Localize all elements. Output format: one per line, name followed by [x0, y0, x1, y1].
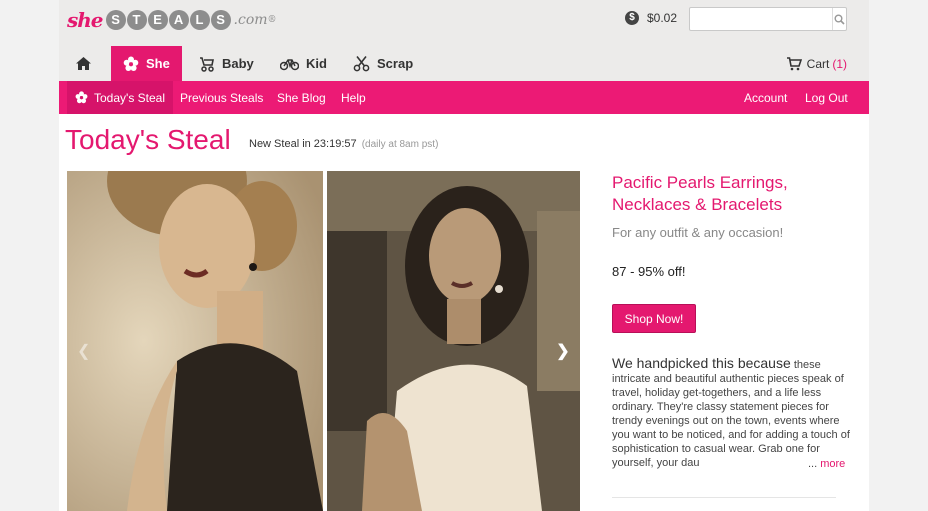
countdown: New Steal in 23:19:57 (daily at 8am pst) [249, 138, 438, 150]
dollar-coin-icon: $ [625, 11, 639, 25]
product-subtitle: For any outfit & any occasion! [612, 225, 784, 240]
divider [612, 497, 836, 498]
subnav-account[interactable]: Account [744, 81, 787, 114]
more-label: more [820, 458, 846, 470]
cart-icon [786, 56, 802, 70]
category-she-label: She [146, 56, 170, 71]
logo-letter: T [126, 10, 147, 30]
top-header: she S T E A L S .com ® $ $0.02 [59, 0, 869, 46]
search-button[interactable] [832, 8, 846, 30]
category-scrap-label: Scrap [377, 56, 414, 71]
search-box [689, 7, 847, 31]
category-home[interactable] [75, 46, 99, 81]
logo-letter: L [189, 10, 210, 30]
cart-count: (1) [832, 56, 847, 71]
subnav-previous-steals[interactable]: Previous Steals [180, 81, 263, 114]
product-photo-2-art [327, 171, 580, 511]
sub-nav: Today's Steal Previous Steals She Blog H… [59, 81, 869, 114]
category-scrap[interactable]: Scrap [353, 46, 413, 81]
category-she[interactable]: She [111, 46, 182, 81]
logo-com: .com [233, 12, 268, 28]
page-title: Today's Steal [65, 124, 231, 155]
product-photo-1-art [67, 171, 323, 511]
description-lead: We handpicked this because [612, 356, 791, 371]
flower-icon [75, 91, 88, 104]
credit-amount: $0.02 [647, 11, 678, 25]
logo-reg: ® [267, 15, 277, 25]
logo-letter: E [147, 10, 168, 30]
subnav-todays-steal-label: Today's Steal [94, 90, 165, 105]
cart-link[interactable]: Cart (1) [786, 46, 847, 81]
stroller-icon [200, 56, 214, 72]
search-icon [834, 14, 845, 25]
prev-photo-arrow[interactable]: ❮ [77, 341, 90, 361]
flower-icon [123, 56, 139, 71]
description-body: these intricate and beautiful authentic … [612, 359, 850, 469]
site-logo[interactable]: she S T E A L S .com ® [67, 5, 277, 35]
more-ellipsis: ... [808, 458, 818, 470]
countdown-note: (daily at 8am pst) [361, 139, 439, 150]
category-baby[interactable]: Baby [198, 46, 254, 81]
credit-balance[interactable]: $ $0.02 [625, 11, 677, 25]
subnav-todays-steal[interactable]: Today's Steal [67, 81, 173, 114]
category-kid-label: Kid [306, 56, 327, 71]
cart-label: Cart [806, 56, 830, 71]
subnav-she-blog[interactable]: She Blog [277, 81, 326, 114]
search-input[interactable] [690, 9, 832, 29]
next-photo-arrow[interactable]: ❯ [556, 341, 570, 360]
category-baby-label: Baby [222, 56, 254, 71]
product-discount: 87 - 95% off! [612, 264, 686, 279]
bicycle-icon [280, 58, 299, 70]
scissors-icon [353, 56, 370, 72]
product-photo-2[interactable] [327, 171, 580, 511]
subnav-help[interactable]: Help [341, 81, 366, 114]
countdown-timer: New Steal in 23:19:57 [249, 138, 357, 150]
read-more-link[interactable]: ... more [805, 458, 846, 470]
page-container: she S T E A L S .com ® $ $0.02 She Baby … [59, 0, 869, 511]
logo-letter: S [210, 10, 231, 30]
shop-now-button[interactable]: Shop Now! [612, 304, 696, 333]
logo-steals: S T E A L S [105, 10, 232, 30]
product-title: Pacific Pearls Earrings, Necklaces & Bra… [612, 173, 788, 214]
product-photo-1[interactable] [67, 171, 323, 511]
logo-letter: S [105, 10, 126, 30]
home-icon [76, 57, 91, 70]
category-kid[interactable]: Kid [280, 46, 327, 81]
logo-she: she [67, 8, 104, 32]
logo-letter: A [168, 10, 189, 30]
subnav-log-out[interactable]: Log Out [805, 81, 848, 114]
category-nav: She Baby Kid Scrap Cart (1) [59, 46, 869, 81]
product-description: We handpicked this because these intrica… [612, 356, 850, 474]
